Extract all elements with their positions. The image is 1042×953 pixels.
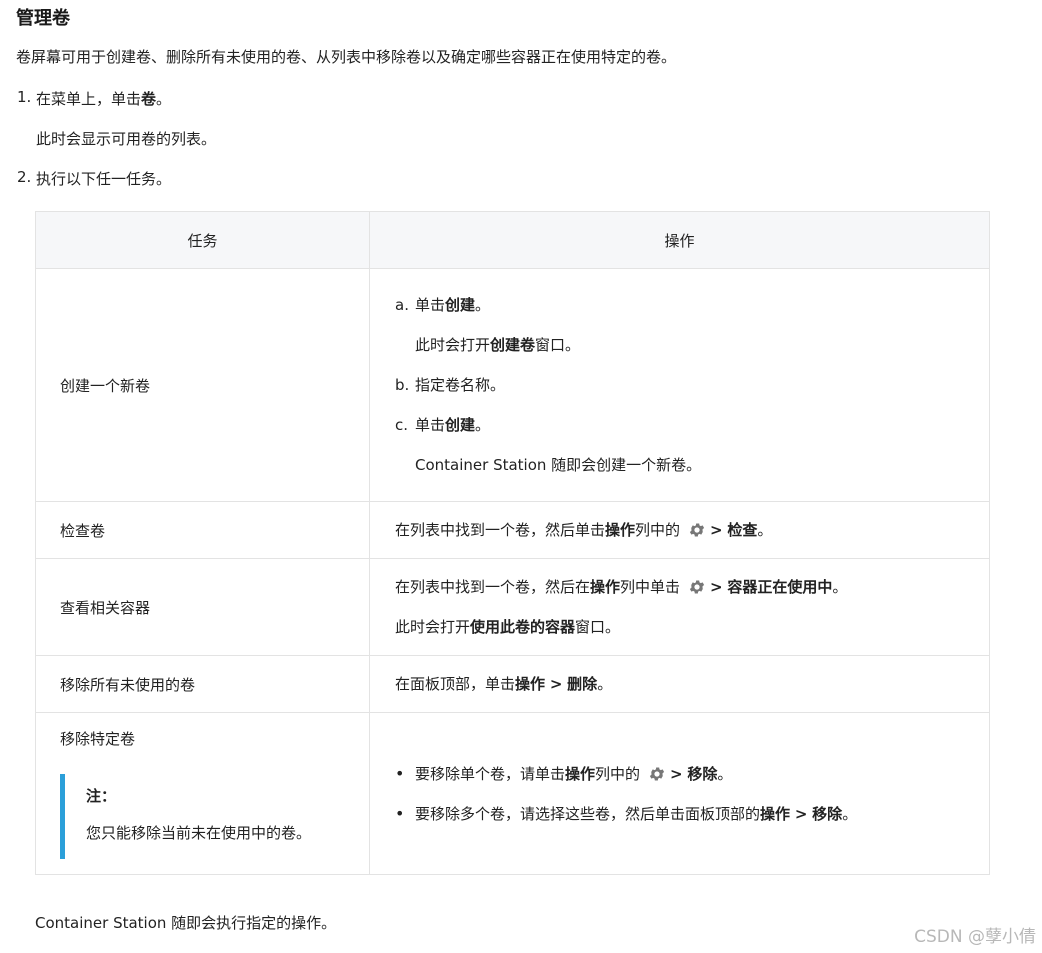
step-2-text: 执行以下任一任务。: [36, 170, 172, 188]
action-cell: • 要移除单个卷，请单击 操作 列中的 > 移除。 • 要移除多个卷，请选择这些卷，然后…: [369, 712, 990, 875]
note-text: 您只能移除当前未在使用中的卷。: [86, 824, 312, 842]
page-title: 管理卷: [16, 8, 70, 29]
task-cell: 移除所有未使用的卷: [35, 655, 370, 713]
table-row: 检查卷 在列表中找到一个卷，然后单击 操作 列中的 > 检查。: [35, 501, 990, 559]
list-item: • 要移除多个卷，请选择这些卷，然后单击面板顶部的 操作 > 移除。: [395, 804, 858, 823]
gear-icon: [689, 523, 705, 537]
task-table: 任务 操作 创建一个新卷 a. 单击 创建。 此时会打开 创建卷 窗口。 b. 指定卷名称…: [35, 211, 990, 875]
note-callout: 注： 您只能移除当前未在使用中的卷。: [60, 774, 369, 859]
task-cell: 创建一个新卷: [35, 268, 370, 502]
task-cell: 查看相关容器: [35, 558, 370, 656]
outro-paragraph: Container Station 随即会执行指定的操作。: [35, 914, 337, 932]
table-row: 移除所有未使用的卷 在面板顶部，单击 操作 > 删除。: [35, 655, 990, 713]
gear-icon: [689, 580, 705, 594]
column-header-task: 任务: [35, 211, 370, 269]
task-cell: 移除特定卷 注： 您只能移除当前未在使用中的卷。: [35, 712, 370, 875]
step-1-text: 在菜单上，单击卷。: [36, 90, 172, 108]
action-cell: 在列表中找到一个卷，然后单击 操作 列中的 > 检查。: [369, 501, 990, 559]
gear-icon: [649, 766, 665, 781]
intro-paragraph: 卷屏幕可用于创建卷、删除所有未使用的卷、从列表中移除卷以及确定哪些容器正在使用特…: [16, 48, 677, 66]
substep-label: c.: [395, 416, 409, 434]
step-2-number: 2.: [17, 168, 32, 186]
list-item: • 要移除单个卷，请单击 操作 列中的 > 移除。: [395, 764, 733, 783]
task-cell: 检查卷: [35, 501, 370, 559]
step-1-number: 1.: [17, 88, 32, 106]
action-cell: a. 单击 创建。 此时会打开 创建卷 窗口。 b. 指定卷名称。 c. 单击 创建。 Con…: [369, 268, 990, 502]
table-row: 移除特定卷 注： 您只能移除当前未在使用中的卷。 • 要移除单个卷，请单击 操作 列中…: [35, 712, 990, 875]
table-header-row: 任务 操作: [35, 211, 990, 269]
watermark: CSDN @孽小倩: [914, 927, 1036, 947]
action-cell: 在面板顶部，单击 操作 > 删除。: [369, 655, 990, 713]
table-row: 查看相关容器 在列表中找到一个卷，然后在 操作 列中单击 > 容器正在使用中。 此时…: [35, 558, 990, 656]
step-1-result: 此时会显示可用卷的列表。: [36, 130, 217, 148]
action-cell: 在列表中找到一个卷，然后在 操作 列中单击 > 容器正在使用中。 此时会打开 使用此卷…: [369, 558, 990, 656]
substep-label: a.: [395, 296, 409, 314]
substep-label: b.: [395, 376, 410, 394]
column-header-action: 操作: [369, 211, 990, 269]
table-row: 创建一个新卷 a. 单击 创建。 此时会打开 创建卷 窗口。 b. 指定卷名称。 c. 单击…: [35, 268, 990, 502]
note-title: 注：: [86, 787, 117, 805]
task-name: 移除特定卷: [60, 730, 136, 748]
